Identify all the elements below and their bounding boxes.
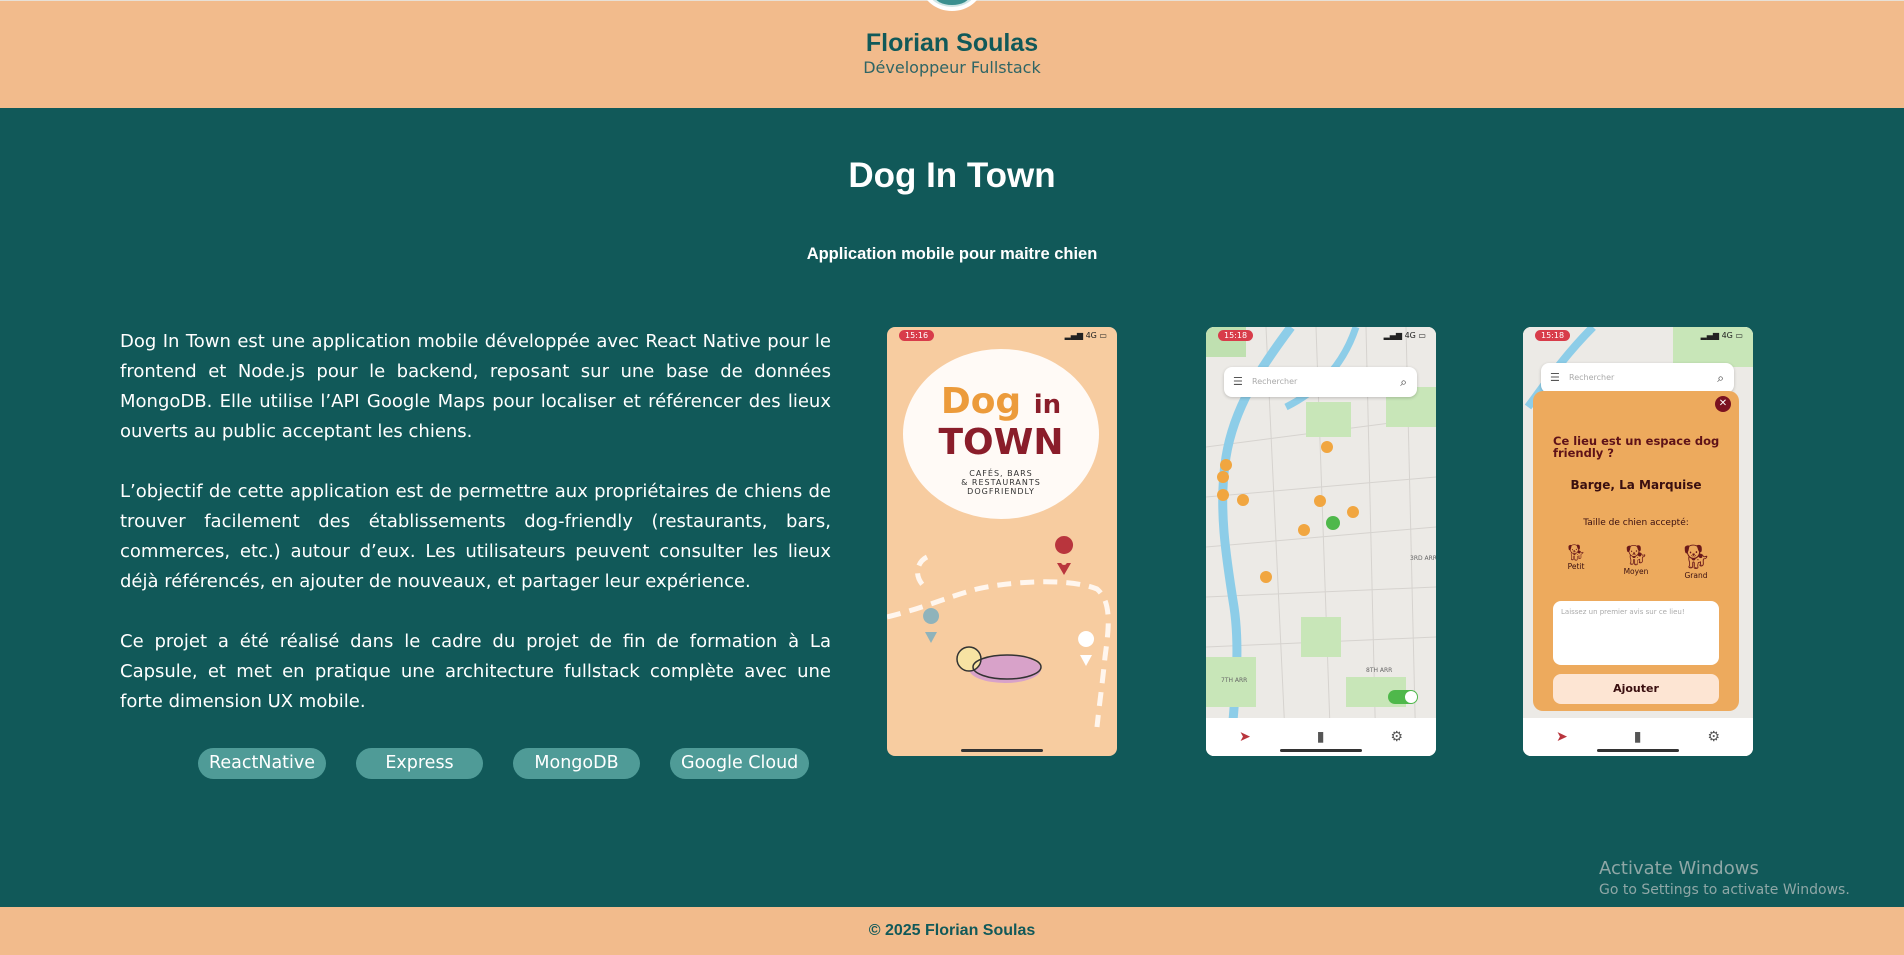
add-place-modal: ✕ Ce lieu est un espace dog friendly ? B… bbox=[1533, 391, 1739, 711]
size-label: Moyen bbox=[1623, 567, 1649, 576]
map-search-bar[interactable]: ☰ Rechercher ⌕ bbox=[1224, 367, 1417, 397]
map-search-bar[interactable]: ☰ Rechercher ⌕ bbox=[1541, 363, 1734, 393]
home-indicator bbox=[1597, 749, 1679, 752]
search-icon[interactable]: ⌕ bbox=[1717, 363, 1724, 393]
site-header: Florian Soulas Développeur Fullstack bbox=[0, 0, 1904, 108]
status-time: 15:18 bbox=[1535, 330, 1571, 341]
navigate-icon[interactable]: ➤ bbox=[1239, 729, 1251, 745]
small-dog-icon: 🐕︎ bbox=[1565, 543, 1587, 562]
status-icons: ▂▄▆ 4G ▭ bbox=[1383, 331, 1426, 340]
modal-question: Ce lieu est un espace dog friendly ? bbox=[1553, 434, 1720, 460]
footer-copyright: © 2025 Florian Soulas bbox=[868, 922, 1036, 939]
watermark-title: Activate Windows bbox=[1599, 858, 1759, 879]
size-option-medium[interactable]: 🐕︎ Moyen bbox=[1611, 543, 1661, 580]
settings-icon[interactable]: ⚙ bbox=[1390, 729, 1403, 745]
avatar bbox=[922, 0, 982, 11]
settings-icon[interactable]: ⚙ bbox=[1707, 729, 1720, 745]
status-icons: ▂▄▆ 4G ▭ bbox=[1700, 331, 1743, 340]
splash-illustration bbox=[887, 536, 1111, 728]
dog-size-options: 🐕︎ Petit 🐕︎ Moyen 🐕︎ Grand bbox=[1551, 543, 1721, 580]
add-button[interactable]: Ajouter bbox=[1553, 674, 1719, 704]
svg-text:8TH ARR: 8TH ARR bbox=[1366, 667, 1392, 674]
size-option-small[interactable]: 🐕︎ Petit bbox=[1551, 543, 1601, 580]
size-option-large[interactable]: 🐕︎ Grand bbox=[1671, 543, 1721, 580]
status-time: 15:18 bbox=[1218, 330, 1254, 341]
comment-textarea[interactable]: Laissez un premier avis sur ce lieu! bbox=[1553, 601, 1719, 665]
tag-react-native: ReactNative bbox=[198, 748, 327, 779]
bookmark-icon[interactable]: ▮ bbox=[1634, 729, 1642, 745]
size-label: Grand bbox=[1684, 571, 1708, 580]
project-title: Dog In Town bbox=[848, 156, 1056, 195]
map-view: ☰ Rechercher ⌕ ✕ Ce lieu est un espace d… bbox=[1523, 327, 1753, 756]
search-icon[interactable]: ⌕ bbox=[1400, 367, 1407, 397]
author-name: Florian Soulas bbox=[865, 29, 1039, 57]
size-label: Petit bbox=[1567, 562, 1585, 571]
dog-size-label: Taille de chien accepté: bbox=[1583, 518, 1689, 528]
project-subtitle: Application mobile pour maitre chien bbox=[806, 245, 1098, 263]
large-dog-icon: 🐕︎ bbox=[1680, 543, 1712, 571]
tech-tags: ReactNative Express MongoDB Google Cloud bbox=[198, 748, 810, 779]
description-paragraph: L’objectif de cette application est de p… bbox=[120, 481, 831, 592]
description-paragraph: Dog In Town est une application mobile d… bbox=[120, 331, 831, 442]
tag-google-cloud: Google Cloud bbox=[670, 748, 810, 779]
home-indicator bbox=[961, 749, 1043, 752]
svg-text:3RD ARR: 3RD ARR bbox=[1410, 555, 1436, 562]
bookmark-icon[interactable]: ▮ bbox=[1317, 729, 1325, 745]
screenshot-map[interactable]: 3RD ARR 7TH ARR 8TH ARR ☰ Rechercher ⌕ ➤… bbox=[1206, 327, 1436, 756]
filter-icon[interactable]: ☰ bbox=[1233, 367, 1243, 397]
activate-windows-watermark: Activate Windows Go to Settings to activ… bbox=[1599, 858, 1850, 898]
comment-placeholder: Laissez un premier avis sur ce lieu! bbox=[1561, 608, 1685, 616]
map-view: 3RD ARR 7TH ARR 8TH ARR ☰ Rechercher ⌕ ➤… bbox=[1206, 327, 1436, 756]
project-description: Dog In Town est une application mobile d… bbox=[120, 327, 831, 747]
medium-dog-icon: 🐕︎ bbox=[1623, 543, 1649, 567]
filter-icon[interactable]: ☰ bbox=[1550, 363, 1560, 393]
navigate-icon[interactable]: ➤ bbox=[1556, 729, 1568, 745]
search-placeholder: Rechercher bbox=[1252, 377, 1298, 386]
tag-mongodb: MongoDB bbox=[513, 748, 641, 779]
screenshot-add-place[interactable]: ☰ Rechercher ⌕ ✕ Ce lieu est un espace d… bbox=[1523, 327, 1753, 756]
svg-text:7TH ARR: 7TH ARR bbox=[1221, 677, 1247, 684]
tag-express: Express bbox=[356, 748, 484, 779]
author-role: Développeur Fullstack bbox=[863, 58, 1041, 77]
screenshot-splash[interactable]: 15:16 ▂▄▆ 4G ▭ Dog in TOWN CAFÉS, BARS &… bbox=[887, 327, 1117, 756]
search-placeholder: Rechercher bbox=[1569, 373, 1615, 382]
close-icon[interactable]: ✕ bbox=[1715, 396, 1731, 412]
watermark-subtitle: Go to Settings to activate Windows. bbox=[1599, 882, 1850, 898]
description-paragraph: Ce projet a été réalisé dans le cadre du… bbox=[120, 631, 831, 712]
home-indicator bbox=[1280, 749, 1362, 752]
place-name: Barge, La Marquise bbox=[1570, 478, 1702, 492]
site-footer: © 2025 Florian Soulas bbox=[0, 907, 1904, 955]
